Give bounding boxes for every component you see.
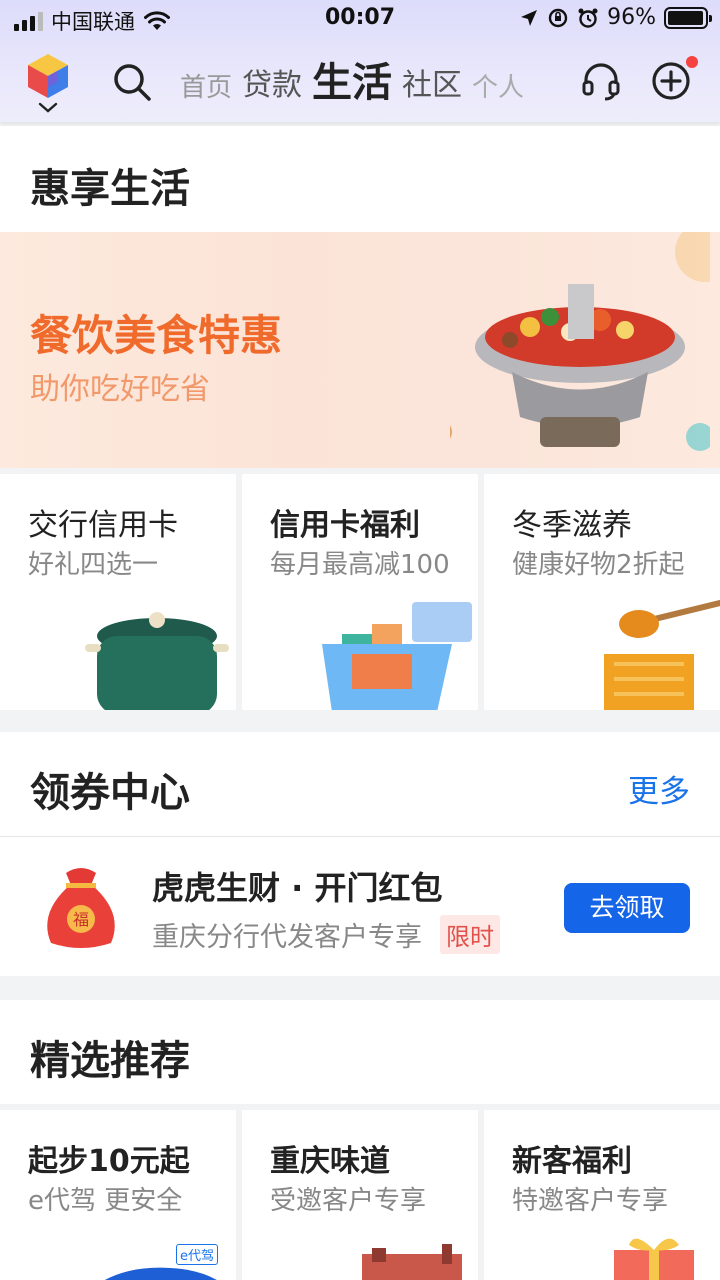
banner-subtitle: 助你吃好吃省 — [30, 372, 210, 407]
location-arrow-icon — [521, 9, 538, 26]
nav-tabs: 首页 贷款 生活 社区 个人 — [180, 54, 550, 110]
recommend-cards: 起步10元起 e代驾 更安全 e代驾 重庆味道 受邀客户专享 新客福利 特邀客户… — [0, 1110, 720, 1280]
nav-bar: 首页 贷款 生活 社区 个人 — [0, 44, 720, 120]
card-chongqing-flavor[interactable]: 重庆味道 受邀客户专享 — [242, 1110, 478, 1280]
coupon-subtitle: 重庆分行代发客户专享 — [152, 922, 422, 953]
section-title-coupon: 领券中心 — [30, 770, 190, 816]
search-icon[interactable] — [112, 62, 152, 102]
chevron-down-icon[interactable] — [38, 102, 58, 114]
tab-personal[interactable]: 个人 — [472, 67, 524, 110]
coupon-title: 虎虎生财 · 开门红包 — [152, 869, 443, 907]
rotation-lock-icon — [548, 8, 568, 27]
more-link[interactable]: 更多 — [628, 766, 690, 811]
app-logo-icon[interactable] — [24, 52, 72, 100]
card-title: 新客福利 — [512, 1144, 632, 1179]
notification-dot — [686, 56, 698, 68]
claim-button[interactable]: 去领取 — [564, 883, 690, 933]
food-promo-banner[interactable]: 餐饮美食特惠 助你吃好吃省 — [0, 232, 720, 468]
status-bar: 中国联通 00:07 96% — [0, 0, 720, 40]
card-title: 冬季滋养 — [512, 508, 632, 543]
card-subtitle: 每月最高减100 — [270, 550, 450, 580]
add-circle-icon[interactable] — [650, 60, 692, 102]
battery-icon — [664, 6, 712, 29]
card-subtitle: 特邀客户专享 — [512, 1186, 669, 1216]
card-credit-gift[interactable]: 交行信用卡 好礼四选一 — [0, 474, 236, 710]
top-header: 中国联通 00:07 96% 首页 贷款 生活 社区 个人 — [0, 0, 720, 122]
car-image — [104, 1267, 217, 1280]
headset-icon[interactable] — [580, 60, 622, 102]
section-title-recommend: 精选推荐 — [30, 1038, 190, 1084]
hui-cards: 交行信用卡 好礼四选一 信用卡福利 每月最高减100 冬季滋养 健康好物2折起 — [0, 474, 720, 710]
card-subtitle: 健康好物2折起 — [512, 550, 685, 580]
card-subtitle: e代驾 更安全 — [28, 1186, 183, 1216]
card-credit-benefit[interactable]: 信用卡福利 每月最高减100 — [242, 474, 478, 710]
cooking-pot-image — [85, 612, 229, 710]
banner-title: 餐饮美食特惠 — [30, 311, 283, 360]
alarm-icon — [578, 8, 598, 28]
card-subtitle: 受邀客户专享 — [270, 1186, 427, 1216]
bag-fu-char: 福 — [73, 910, 89, 929]
card-subtitle: 好礼四选一 — [28, 550, 159, 580]
coupon-item[interactable]: 福 虎虎生财 · 开门红包 重庆分行代发客户专享 限时 去领取 — [0, 836, 720, 976]
tab-community[interactable]: 社区 — [402, 60, 462, 110]
coupon-section-header: 领券中心 更多 — [0, 732, 720, 836]
gift-cart-image — [322, 602, 472, 710]
honey-image — [604, 599, 720, 710]
limited-time-badge: 限时 — [440, 915, 500, 954]
card-title: 起步10元起 — [28, 1144, 190, 1179]
card-winter-nourish[interactable]: 冬季滋养 健康好物2折起 — [484, 474, 720, 710]
card-edaijia[interactable]: 起步10元起 e代驾 更安全 e代驾 — [0, 1110, 236, 1280]
tab-loans[interactable]: 贷款 — [242, 60, 302, 110]
tab-home[interactable]: 首页 — [180, 67, 232, 110]
card-title: 信用卡福利 — [270, 508, 420, 543]
hotpot-image — [450, 232, 710, 451]
card-title: 重庆味道 — [270, 1144, 390, 1179]
section-title-hui: 惠享生活 — [30, 166, 190, 212]
tab-life[interactable]: 生活 — [312, 54, 392, 110]
battery-percent: 96% — [607, 5, 656, 30]
card-title: 交行信用卡 — [28, 508, 178, 543]
red-envelope-bag-icon: 福 — [47, 868, 115, 948]
gift-box-image — [614, 1238, 694, 1280]
hui-section-header: 惠享生活 — [0, 126, 720, 232]
food-image — [362, 1244, 462, 1280]
recommend-section-header: 精选推荐 — [0, 1000, 720, 1104]
card-new-customer[interactable]: 新客福利 特邀客户专享 — [484, 1110, 720, 1280]
